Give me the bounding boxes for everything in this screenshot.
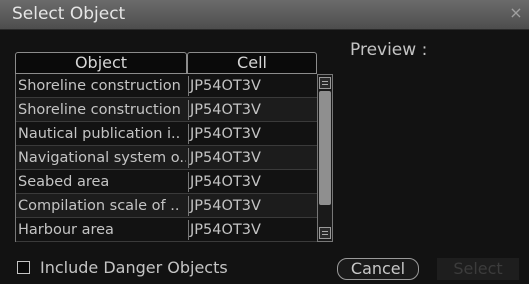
include-danger-checkbox[interactable] [17, 261, 30, 274]
preview-label: Preview : [350, 40, 428, 60]
cancel-button[interactable]: Cancel [337, 258, 419, 280]
close-icon[interactable]: × [507, 4, 525, 22]
table-row[interactable]: Seabed area JP54OT3V [16, 170, 317, 194]
cell-id-cell: JP54OT3V [188, 76, 316, 96]
table-row[interactable]: Navigational system o.. JP54OT3V [16, 146, 317, 170]
object-name-cell: Shoreline construction [18, 78, 181, 94]
cell-id-cell: JP54OT3V [188, 124, 316, 144]
cell-id-cell: JP54OT3V [188, 220, 316, 240]
table-row[interactable]: Shoreline construction JP54OT3V [16, 98, 317, 122]
cell-id-cell: JP54OT3V [188, 172, 316, 192]
table-body: Shoreline construction JP54OT3V Shorelin… [15, 74, 317, 242]
column-header-cell[interactable]: Cell [187, 52, 317, 74]
table-row[interactable]: Nautical publication i.. JP54OT3V [16, 122, 317, 146]
select-object-dialog: Select Object × Object Cell Shoreline co… [0, 0, 529, 284]
scroll-down-icon[interactable] [319, 227, 331, 239]
table-row[interactable]: Shoreline construction JP54OT3V [16, 74, 317, 98]
scroll-up-icon[interactable] [319, 77, 331, 89]
cell-id-cell: JP54OT3V [188, 100, 316, 120]
object-name-cell: Nautical publication i.. [18, 126, 181, 142]
scrollbar-thumb[interactable] [319, 91, 331, 205]
cell-id-cell: JP54OT3V [188, 196, 316, 216]
column-header-object[interactable]: Object [15, 52, 187, 74]
table-row[interactable]: Compilation scale of .. JP54OT3V [16, 194, 317, 218]
object-name-cell: Compilation scale of .. [18, 198, 180, 214]
object-name-cell: Shoreline construction [18, 102, 181, 118]
title-bar[interactable]: Select Object × [0, 0, 529, 30]
select-button[interactable]: Select [437, 258, 519, 280]
dialog-title: Select Object [12, 4, 126, 24]
include-danger-label[interactable]: Include Danger Objects [40, 258, 228, 277]
object-name-cell: Seabed area [18, 174, 110, 190]
cell-id-cell: JP54OT3V [188, 148, 316, 168]
object-table: Object Cell Shoreline construction JP54O… [15, 52, 335, 242]
object-name-cell: Navigational system o.. [18, 150, 186, 166]
table-scrollbar[interactable] [317, 74, 333, 242]
table-row[interactable]: Harbour area JP54OT3V [16, 218, 317, 242]
object-name-cell: Harbour area [18, 222, 114, 238]
